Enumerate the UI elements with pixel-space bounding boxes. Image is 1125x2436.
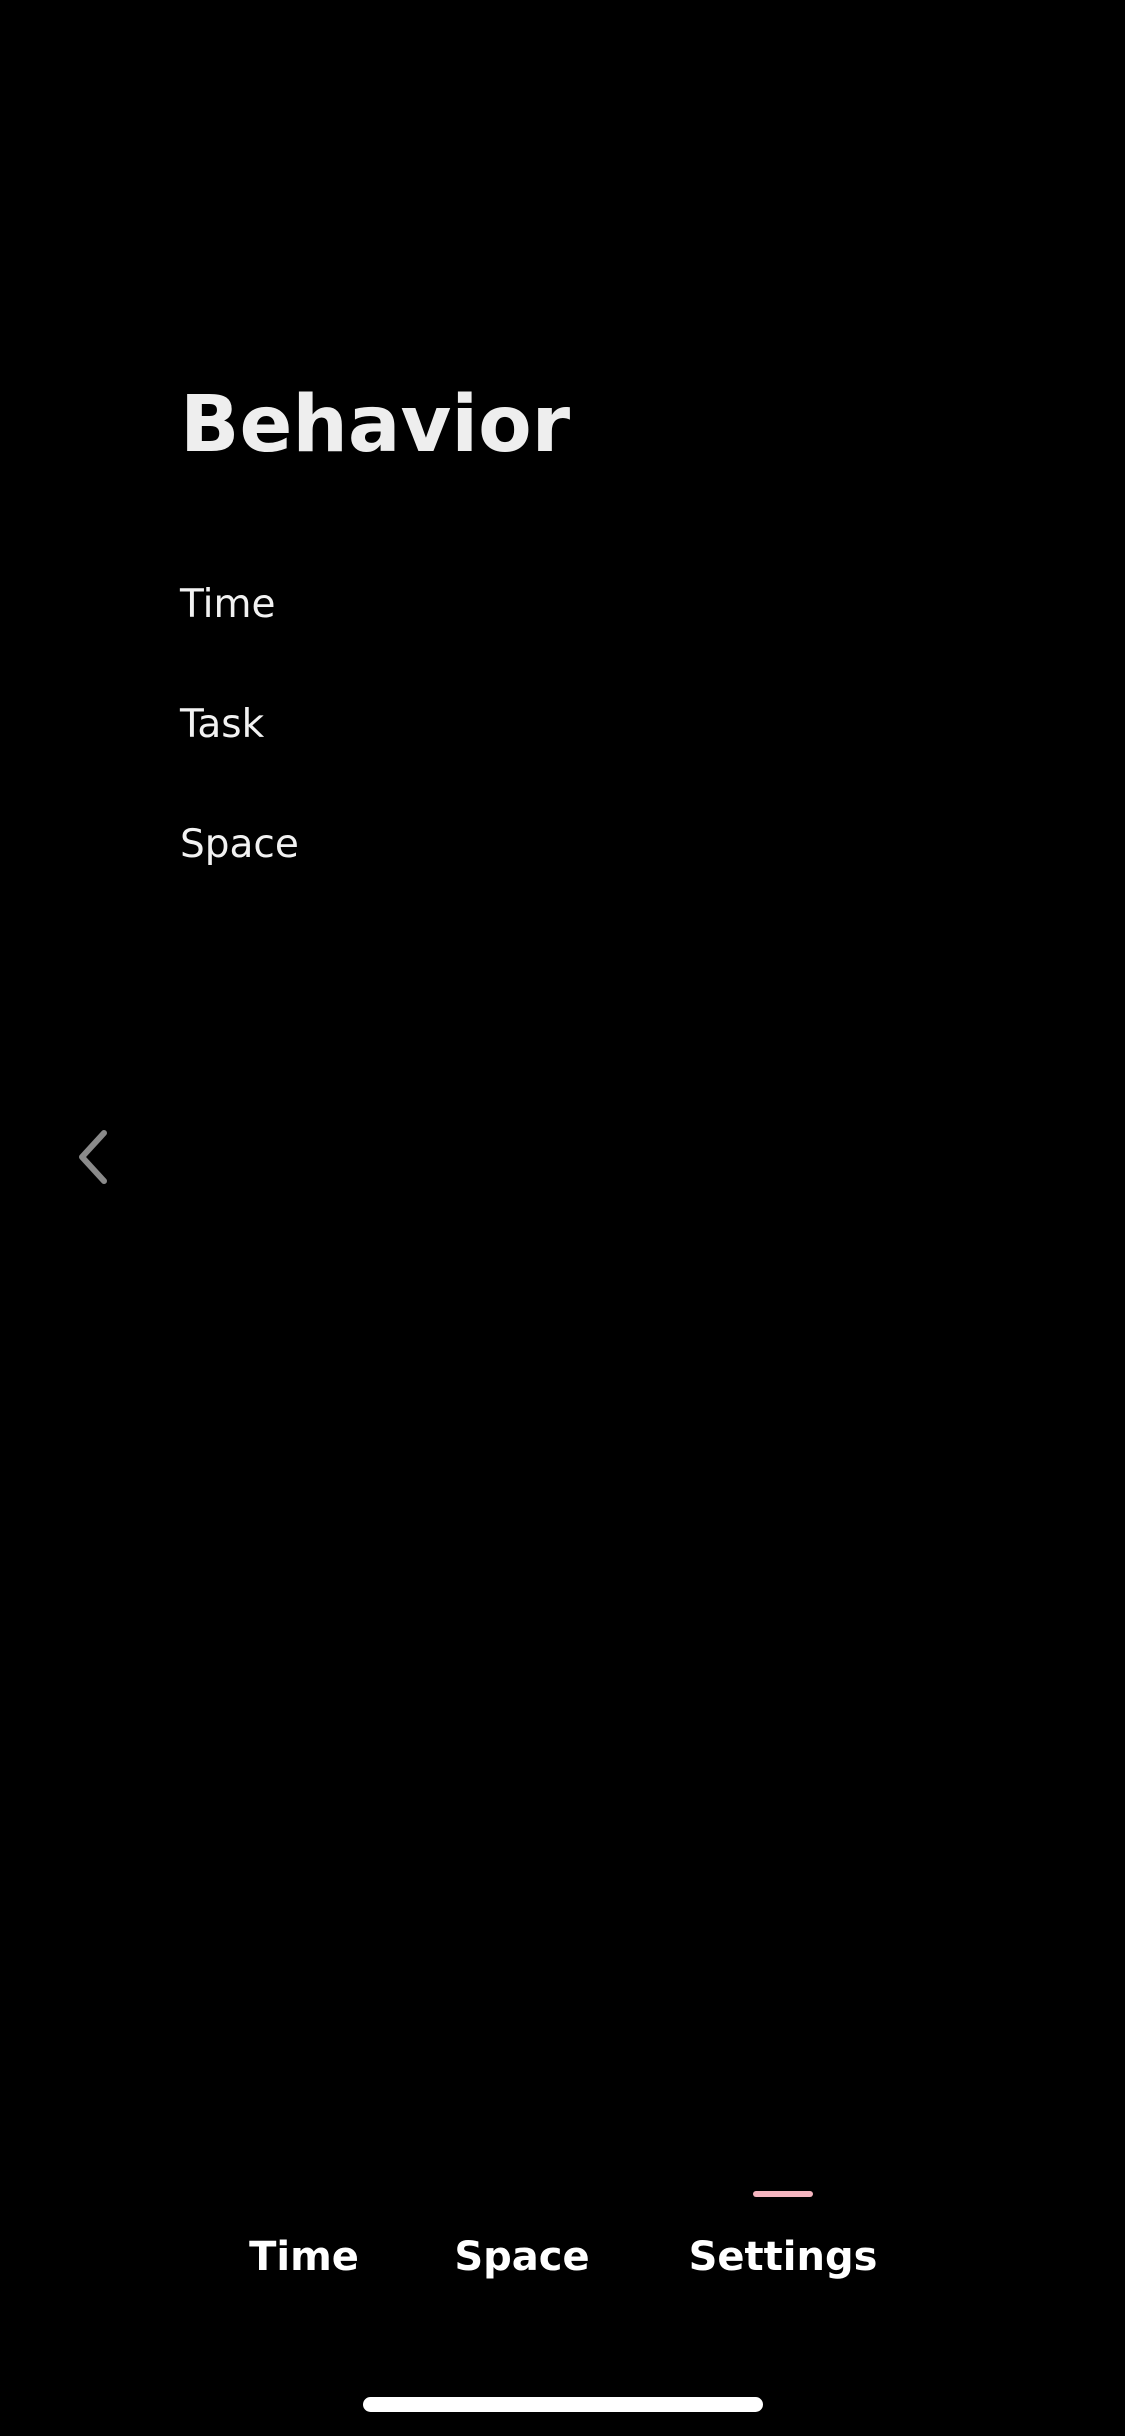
tab-active-indicator — [274, 2191, 334, 2197]
menu-item-task[interactable]: Task — [180, 665, 299, 785]
back-button[interactable] — [62, 1125, 126, 1189]
tab-time[interactable]: Time — [240, 2180, 368, 2300]
menu-item-time[interactable]: Time — [180, 545, 299, 665]
menu-item-label: Task — [180, 702, 265, 747]
bottom-tab-bar: Time Space Settings — [0, 2180, 1125, 2340]
tab-space[interactable]: Space — [452, 2180, 592, 2300]
menu-item-label: Time — [180, 582, 276, 627]
menu-item-label: Space — [180, 822, 299, 867]
app-screen: Behavior Time Task Space Time Space Sett… — [0, 0, 1125, 2436]
tab-settings[interactable]: Settings — [688, 2180, 878, 2300]
tab-active-indicator — [753, 2191, 813, 2197]
menu-item-space[interactable]: Space — [180, 785, 299, 905]
page-title: Behavior — [180, 380, 571, 470]
chevron-left-icon — [79, 1130, 107, 1184]
tab-label: Space — [454, 2234, 590, 2280]
tab-label: Settings — [688, 2234, 878, 2280]
tab-active-indicator — [492, 2191, 552, 2197]
behavior-menu-list: Time Task Space — [180, 545, 299, 905]
home-indicator[interactable] — [363, 2397, 763, 2412]
tab-label: Time — [249, 2234, 359, 2280]
